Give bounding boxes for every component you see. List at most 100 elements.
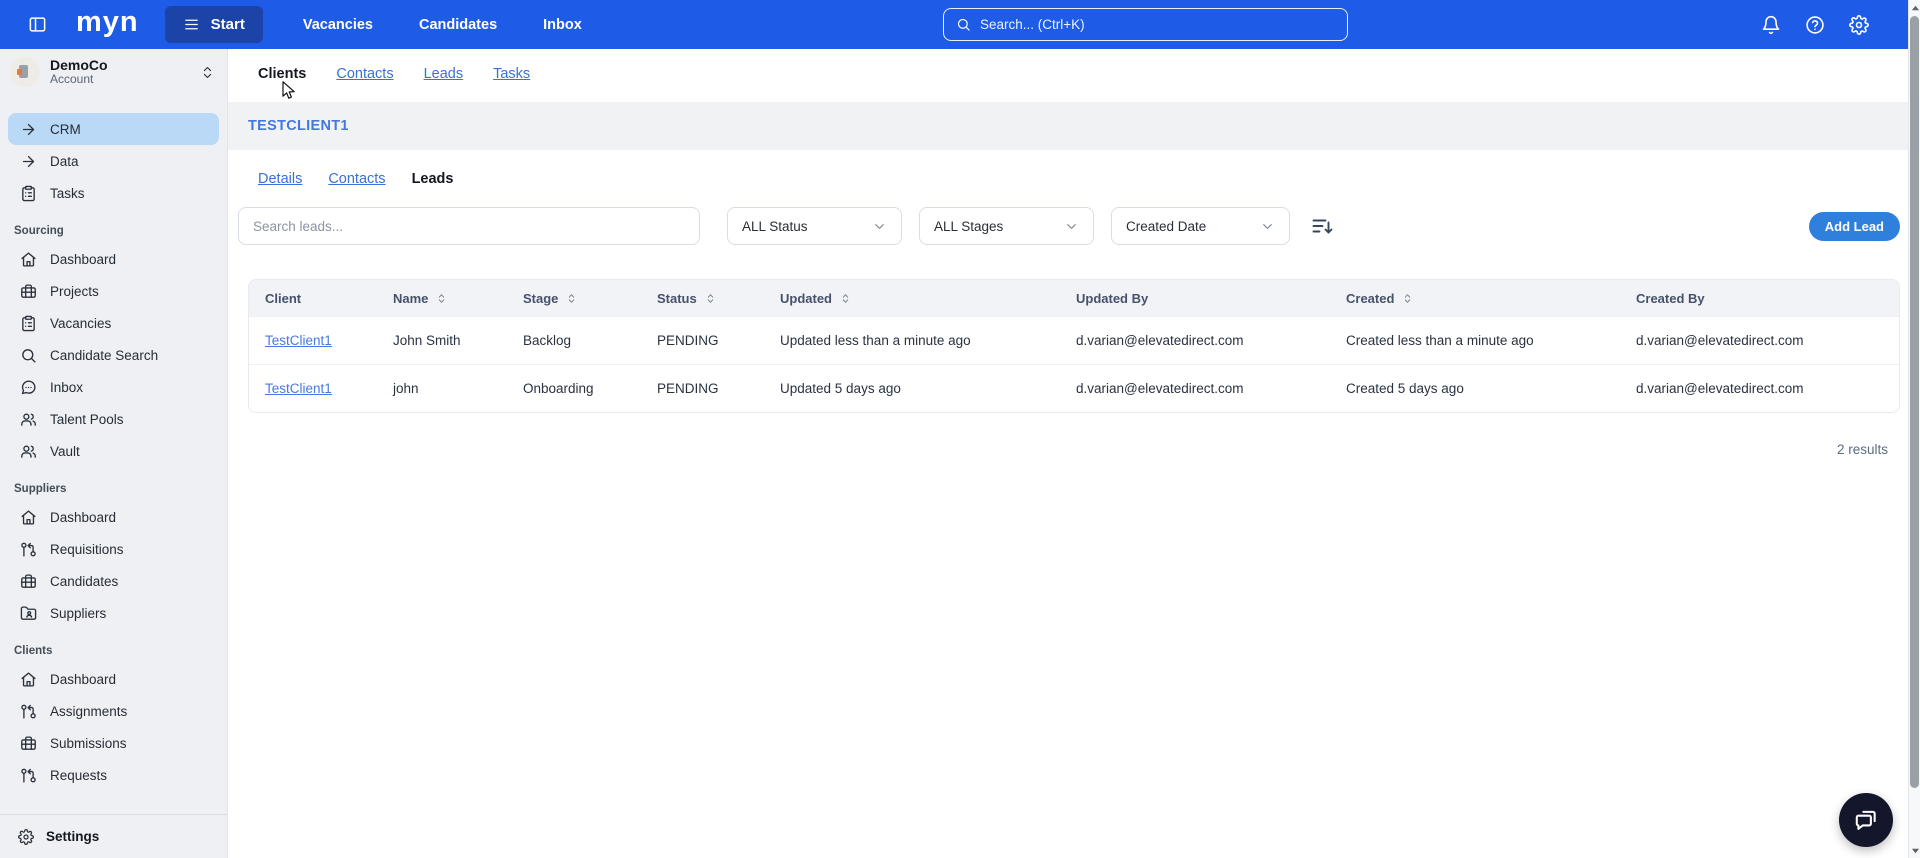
folder-user-icon — [20, 605, 37, 622]
sort-updown-icon[interactable] — [1401, 292, 1414, 305]
chevron-down-icon — [872, 219, 887, 234]
sidebar-item-clients-dashboard[interactable]: Dashboard — [8, 663, 219, 695]
column-header-name[interactable]: Name — [377, 280, 507, 316]
sidebar-item-crm[interactable]: CRM — [8, 113, 219, 145]
sidebar-item-submissions[interactable]: Submissions — [8, 727, 219, 759]
global-search[interactable] — [943, 8, 1348, 41]
topbar-link-candidates[interactable]: Candidates — [403, 9, 513, 41]
column-label: Updated By — [1076, 290, 1149, 306]
cell-created: Created less than a minute ago — [1346, 333, 1534, 348]
help-icon[interactable] — [1804, 14, 1826, 36]
sidebar-toggle-icon[interactable] — [20, 8, 54, 42]
sidebar-item-inbox[interactable]: Inbox — [8, 371, 219, 403]
sidebar-item-projects[interactable]: Projects — [8, 275, 219, 307]
cell-created_by: d.varian@elevatedirect.com — [1636, 333, 1804, 348]
add-lead-button[interactable]: Add Lead — [1808, 211, 1900, 241]
cell-status: PENDING — [657, 381, 719, 396]
tab-contacts[interactable]: Contacts — [336, 66, 393, 82]
sidebar-item-assignments[interactable]: Assignments — [8, 695, 219, 727]
chat-widget-button[interactable] — [1839, 793, 1893, 847]
subtab-details[interactable]: Details — [258, 171, 302, 187]
cell-client: TestClient1 — [249, 365, 377, 412]
branch-icon — [20, 541, 37, 558]
tab-clients[interactable]: Clients — [258, 66, 306, 82]
topbar-link-vacancies[interactable]: Vacancies — [287, 9, 389, 41]
cell-updated: Updated 5 days ago — [780, 381, 901, 396]
sidebar-item-label: Talent Pools — [50, 411, 124, 427]
client-link[interactable]: TestClient1 — [265, 381, 332, 396]
sort-updown-icon[interactable] — [839, 292, 852, 305]
scroll-down-arrow[interactable] — [1909, 844, 1920, 856]
sidebar-item-requests[interactable]: Requests — [8, 759, 219, 791]
sidebar-item-label: Dashboard — [50, 251, 117, 267]
tab-leads[interactable]: Leads — [424, 66, 464, 82]
sidebar-item-label: Candidate Search — [50, 347, 159, 363]
status-filter-select[interactable]: ALL Status — [727, 207, 902, 245]
column-header-updated_by: Updated By — [1060, 280, 1330, 316]
sidebar-item-candidate-search[interactable]: Candidate Search — [8, 339, 219, 371]
sort-updown-icon[interactable] — [704, 292, 717, 305]
sidebar-item-vault[interactable]: Vault — [8, 435, 219, 467]
topbar-link-inbox[interactable]: Inbox — [527, 9, 598, 41]
leads-table: Client Name Stage Status Updated Updated By Cr… — [248, 279, 1900, 413]
chat-icon — [20, 379, 37, 396]
page-scrollbar[interactable] — [1908, 0, 1920, 858]
sidebar-item-label: Submissions — [50, 735, 127, 751]
leads-table-body: TestClient1 John Smith Backlog PENDING Updat… — [249, 316, 1899, 412]
column-label: Client — [265, 290, 302, 306]
start-button[interactable]: Start — [164, 6, 263, 43]
clipboard-icon — [20, 315, 37, 332]
cell-stage: Backlog — [523, 333, 572, 348]
client-subtabs: Details Contacts Leads — [228, 164, 1920, 194]
cell-created_by: d.varian@elevatedirect.com — [1636, 381, 1804, 396]
sidebar-item-label: Dashboard — [50, 671, 117, 687]
sidebar-item-data[interactable]: Data — [8, 145, 219, 177]
results-count: 2 results — [1836, 442, 1888, 457]
scrollbar-thumb[interactable] — [1910, 16, 1919, 788]
global-search-input[interactable] — [980, 17, 1335, 32]
sidebar-item-label: Candidates — [50, 573, 119, 589]
subtab-leads[interactable]: Leads — [412, 171, 454, 187]
scroll-up-arrow[interactable] — [1909, 2, 1920, 14]
sidebar-section-clients: Clients — [14, 645, 53, 657]
cell-updated_by: d.varian@elevatedirect.com — [1076, 333, 1244, 348]
column-header-updated[interactable]: Updated — [764, 280, 1060, 316]
column-header-stage[interactable]: Stage — [507, 280, 641, 316]
clipboard-icon — [20, 185, 37, 202]
column-header-created[interactable]: Created — [1330, 280, 1620, 316]
leads-search-input[interactable] — [238, 207, 700, 245]
sidebar-item-label: Assignments — [50, 703, 128, 719]
subtab-contacts[interactable]: Contacts — [328, 171, 385, 187]
sidebar-item-vacancies[interactable]: Vacancies — [8, 307, 219, 339]
client-link[interactable]: TestClient1 — [265, 333, 332, 348]
sidebar-item-suppliers-dashboard[interactable]: Dashboard — [8, 501, 219, 533]
leads-table-header: Client Name Stage Status Updated Updated By Cr… — [249, 280, 1899, 316]
sort-updown-icon[interactable] — [565, 292, 578, 305]
magnifier-icon — [20, 347, 37, 364]
leads-filter-row: ALL Status ALL Stages Created Date Add L… — [238, 207, 1900, 245]
sidebar-item-tasks[interactable]: Tasks — [8, 177, 219, 209]
notifications-bell-icon[interactable] — [1760, 14, 1782, 36]
sidebar-item-candidates[interactable]: Candidates — [8, 565, 219, 597]
sidebar-item-talent-pools[interactable]: Talent Pools — [8, 403, 219, 435]
sidebar-item-sourcing-dashboard[interactable]: Dashboard — [8, 243, 219, 275]
settings-label: Settings — [46, 829, 100, 844]
sidebar-item-requisitions[interactable]: Requisitions — [8, 533, 219, 565]
home-icon — [20, 251, 37, 268]
account-switcher[interactable]: DemoCo Account — [0, 49, 227, 95]
chevron-down-icon — [1260, 219, 1275, 234]
column-header-created_by: Created By — [1620, 280, 1899, 316]
sort-by-select[interactable]: Created Date — [1111, 207, 1290, 245]
chat-bubbles-icon — [1853, 807, 1879, 833]
column-header-status[interactable]: Status — [641, 280, 764, 316]
stage-filter-select[interactable]: ALL Stages — [919, 207, 1094, 245]
client-title-link[interactable]: TESTCLIENT1 — [248, 118, 349, 134]
sort-updown-icon[interactable] — [435, 292, 448, 305]
sidebar-item-suppliers[interactable]: Suppliers — [8, 597, 219, 629]
column-label: Status — [657, 290, 697, 306]
sidebar-item-settings[interactable]: Settings — [0, 814, 227, 858]
settings-gear-icon[interactable] — [1848, 14, 1870, 36]
sort-direction-icon[interactable] — [1307, 211, 1337, 241]
main-content: Clients Contacts Leads Tasks TESTCLIENT1 De… — [228, 49, 1920, 858]
tab-tasks[interactable]: Tasks — [493, 66, 530, 82]
